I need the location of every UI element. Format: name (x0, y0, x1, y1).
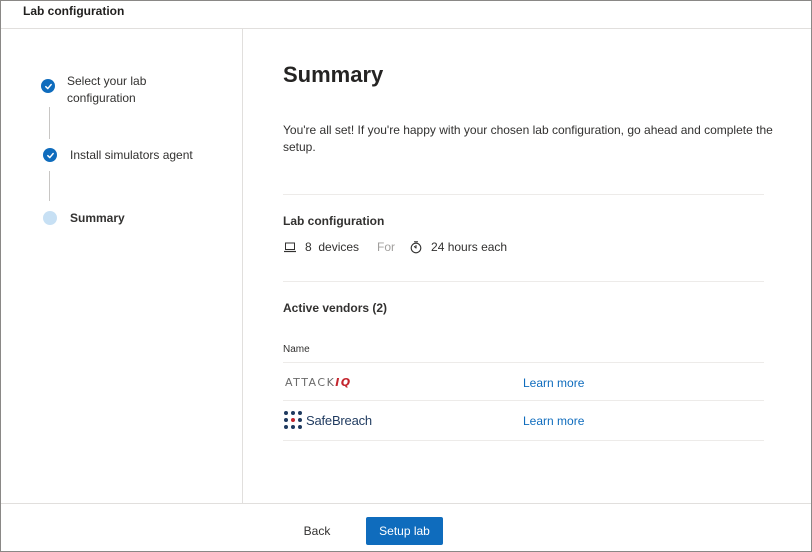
safebreach-logo: SafeBreach (283, 410, 372, 430)
safebreach-learn-more-link[interactable]: Learn more (523, 414, 584, 428)
step-connector (49, 171, 50, 201)
page-title: Summary (283, 62, 384, 87)
back-button[interactable]: Back (287, 517, 347, 545)
divider (283, 281, 764, 282)
active-vendors-heading: Active vendors (2) (283, 301, 388, 315)
for-label: For (377, 240, 396, 254)
duration-value: 24 hours each (431, 240, 508, 254)
window-title: Lab configuration (23, 4, 125, 18)
footer: Back Setup lab (1, 503, 811, 551)
attackiq-learn-more-link[interactable]: Learn more (523, 376, 584, 390)
step-connector (49, 107, 50, 139)
current-step-circle-icon (43, 211, 57, 225)
lab-configuration-summary: 8 devices For 24 hours each (283, 238, 507, 256)
table-row: SafeBreach Learn more (283, 401, 764, 439)
table-row: ATTACKIQ Learn more (283, 363, 764, 401)
step-label: Summary (70, 211, 125, 225)
table-divider (283, 440, 764, 441)
step-label: Select your lab configuration (67, 74, 147, 105)
setup-lab-button[interactable]: Setup lab (366, 517, 443, 545)
attackiq-logo: ATTACKIQ (285, 376, 352, 389)
check-circle-icon (43, 148, 57, 162)
title-bar: Lab configuration (1, 1, 811, 29)
main-content: Summary You're all set! If you're happy … (244, 29, 811, 503)
laptop-icon (283, 240, 297, 254)
divider (283, 194, 764, 195)
timer-icon (409, 240, 423, 254)
dialog-frame: Lab configuration Select your lab config… (0, 0, 812, 552)
column-header-name: Name (283, 344, 310, 355)
stepper: Select your lab configuration Install si… (1, 29, 243, 503)
step-label: Install simulators agent (70, 148, 193, 162)
lab-configuration-heading: Lab configuration (283, 214, 385, 228)
device-count: 8 devices (305, 240, 360, 254)
safebreach-dots-icon (284, 411, 302, 429)
intro-text: You're all set! If you're happy with you… (283, 123, 773, 154)
check-circle-icon (41, 79, 55, 93)
